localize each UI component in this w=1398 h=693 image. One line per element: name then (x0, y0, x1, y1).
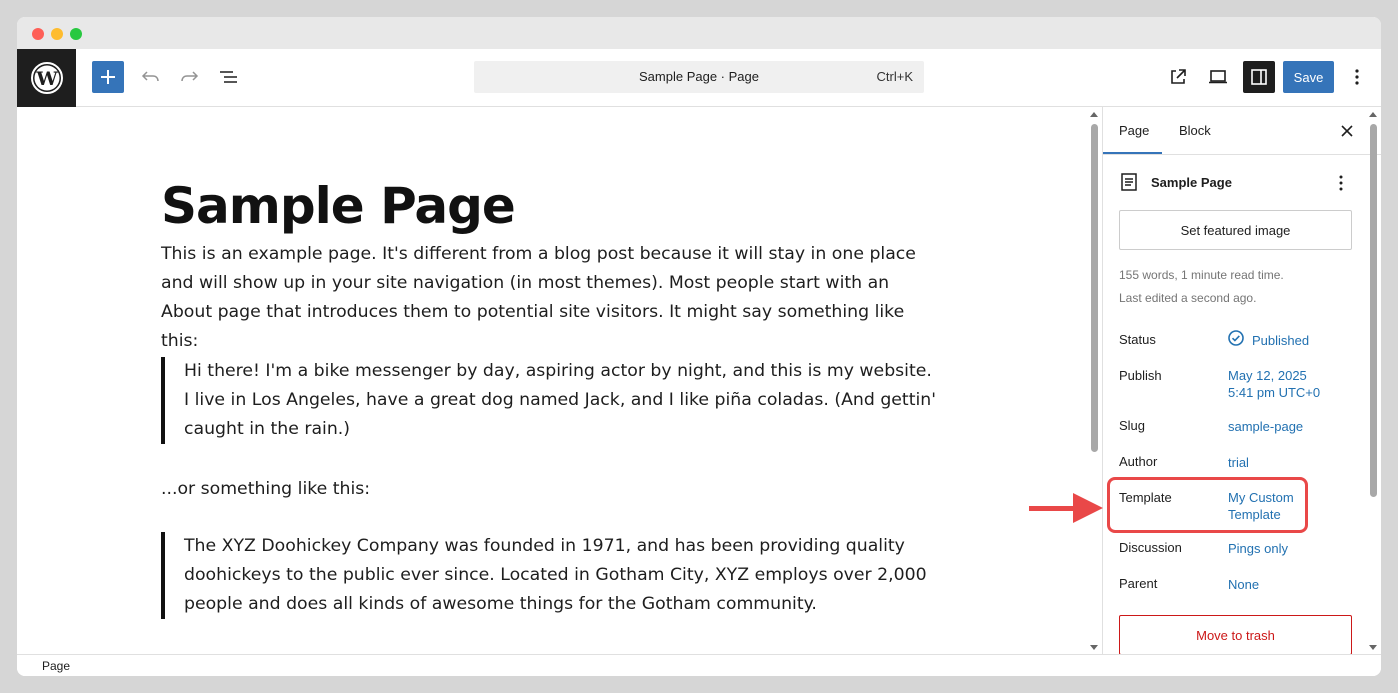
author-label: Author (1119, 454, 1158, 469)
document-icon (1121, 173, 1137, 191)
options-menu-button[interactable] (1343, 61, 1371, 93)
discussion-label: Discussion (1119, 540, 1182, 555)
browser-window: W Sample Page · Page Ctrl+K Save Sample … (17, 17, 1381, 676)
close-window-button[interactable] (32, 28, 44, 40)
document-title: Sample Page · Page (639, 69, 759, 84)
view-page-button[interactable] (1162, 61, 1194, 93)
move-to-trash-button[interactable]: Move to trash (1119, 615, 1352, 654)
save-button[interactable]: Save (1283, 61, 1334, 93)
maximize-window-button[interactable] (70, 28, 82, 40)
author-value[interactable]: trial (1228, 454, 1249, 471)
redo-button[interactable] (173, 61, 205, 93)
minimize-window-button[interactable] (51, 28, 63, 40)
slug-value[interactable]: sample-page (1228, 418, 1303, 435)
post-title[interactable]: Sample Page (161, 177, 516, 235)
paragraph-block[interactable]: This is an example page. It's different … (161, 240, 941, 356)
kebab-menu-icon (1339, 175, 1343, 191)
page-name: Sample Page (1151, 175, 1232, 190)
arrow-right-icon (1029, 493, 1103, 523)
tab-page[interactable]: Page (1119, 123, 1149, 138)
template-label: Template (1119, 490, 1172, 505)
external-link-icon (1171, 69, 1186, 84)
set-featured-image-button[interactable]: Set featured image (1119, 210, 1352, 250)
command-palette[interactable]: Sample Page · Page Ctrl+K (474, 61, 924, 93)
check-circle-icon (1228, 330, 1244, 346)
list-view-icon (220, 71, 237, 83)
add-block-button[interactable] (92, 61, 124, 93)
discussion-value[interactable]: Pings only (1228, 540, 1288, 557)
parent-value[interactable]: None (1228, 576, 1259, 593)
quote-block[interactable]: The XYZ Doohickey Company was founded in… (161, 532, 941, 619)
sidebar-scrollbar[interactable] (1366, 108, 1380, 654)
list-view-button[interactable] (213, 61, 245, 93)
wordpress-logo-icon[interactable]: W (17, 49, 76, 107)
editor-scrollbar[interactable] (1087, 108, 1101, 654)
plus-icon (101, 70, 115, 84)
active-tab-indicator (1103, 152, 1162, 154)
undo-button[interactable] (135, 61, 167, 93)
quote-block[interactable]: Hi there! I'm a bike messenger by day, a… (161, 357, 941, 444)
device-preview-icon (1209, 70, 1227, 84)
settings-sidebar: Page Block Sample Page Set featured imag… (1102, 107, 1381, 654)
settings-toggle-button[interactable] (1243, 61, 1275, 93)
tab-block[interactable]: Block (1179, 123, 1211, 138)
word-count: 155 words, 1 minute read time. (1119, 268, 1284, 282)
status-label: Status (1119, 332, 1156, 347)
publish-label: Publish (1119, 368, 1162, 383)
close-icon (1341, 125, 1353, 137)
publish-date[interactable]: May 12, 2025 (1228, 367, 1307, 384)
page-actions-button[interactable] (1333, 171, 1349, 195)
slug-label: Slug (1119, 418, 1146, 433)
editor-toolbar: W Sample Page · Page Ctrl+K Save (17, 49, 1381, 107)
template-value-line1[interactable]: My Custom (1228, 489, 1294, 506)
window-titlebar (17, 17, 1381, 49)
device-preview-button[interactable] (1202, 61, 1234, 93)
sidebar-tabs: Page Block (1103, 107, 1381, 155)
publish-time[interactable]: 5:41 pm UTC+0 (1228, 384, 1320, 401)
undo-icon (141, 71, 159, 82)
paragraph-block[interactable]: ...or something like this: (161, 475, 941, 504)
redo-icon (181, 71, 199, 82)
breadcrumb[interactable]: Page (42, 659, 70, 673)
status-bar: Page (17, 654, 1381, 676)
close-sidebar-button[interactable] (1335, 119, 1359, 143)
kebab-menu-icon (1355, 69, 1359, 85)
shortcut-hint: Ctrl+K (876, 69, 913, 84)
sidebar-toggle-icon (1251, 69, 1267, 85)
parent-label: Parent (1119, 576, 1158, 591)
last-edited: Last edited a second ago. (1119, 291, 1257, 305)
status-value[interactable]: Published (1252, 332, 1309, 349)
svg-text:W: W (35, 68, 58, 90)
editor-canvas[interactable]: Sample Page This is an example page. It'… (17, 107, 1102, 654)
template-value-line2[interactable]: Template (1228, 506, 1281, 523)
